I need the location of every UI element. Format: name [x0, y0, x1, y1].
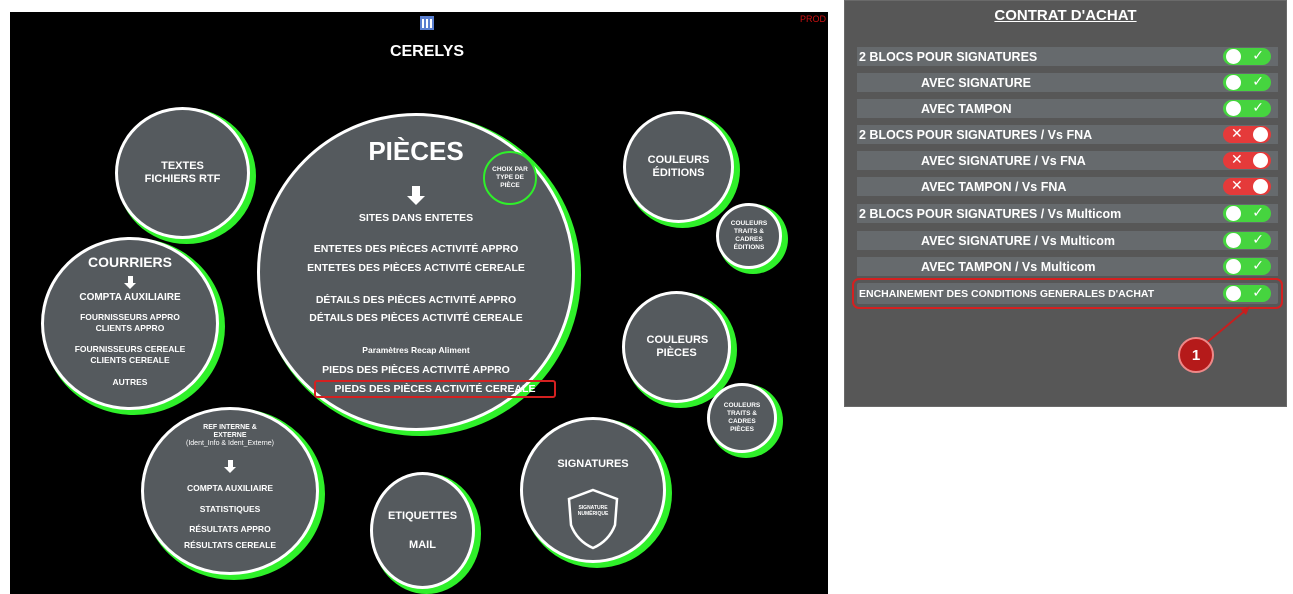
check-icon: ✓	[1252, 73, 1264, 89]
cross-icon: ✕	[1231, 151, 1243, 167]
toggle-switch[interactable]: ✓	[1223, 204, 1271, 222]
ref-item[interactable]: STATISTIQUES	[144, 504, 316, 514]
textes-rtf-label: TEXTES FICHIERS RTF	[144, 160, 221, 185]
settings-row: 2 BLOCS POUR SIGNATURES / Vs Multicom ✓	[857, 204, 1278, 223]
couleurs-pieces-circle[interactable]: COULEURS PIÈCES	[622, 291, 731, 403]
toggle-switch[interactable]: ✓	[1223, 284, 1271, 302]
pieces-item[interactable]: SITES DANS ENTETES	[260, 212, 572, 224]
couleurs-traits-pieces-circle[interactable]: COULEURS TRAITS & CADRES PIÈCES	[707, 383, 777, 453]
toggle-switch[interactable]: ✓	[1223, 99, 1271, 117]
toggle-switch[interactable]: ✓	[1223, 257, 1271, 275]
check-icon: ✓	[1252, 257, 1264, 273]
etiquettes-mail-circle[interactable]: ETIQUETTES MAIL	[370, 472, 475, 589]
mail-label[interactable]: MAIL	[409, 539, 436, 552]
building-icon	[420, 16, 434, 30]
ref-item[interactable]: RÉSULTATS CEREALE	[144, 540, 316, 550]
app-title: CERELYS	[389, 43, 465, 60]
settings-row: 2 BLOCS POUR SIGNATURES / Vs FNA ✕	[857, 125, 1278, 144]
pieces-item[interactable]: ENTETES DES PIÈCES ACTIVITÉ APPRO	[260, 243, 572, 255]
toggle-switch[interactable]: ✓	[1223, 73, 1271, 91]
signatures-circle[interactable]: SIGNATURES SIGNATURE NUMÉRIQUE	[520, 417, 666, 563]
courriers-item[interactable]: CLIENTS APPRO	[44, 323, 216, 333]
signatures-label: SIGNATURES	[557, 458, 629, 470]
settings-row-highlighted: ENCHAINEMENT DES CONDITIONS GENERALES D'…	[852, 278, 1283, 309]
settings-row: AVEC SIGNATURE / Vs FNA ✕	[857, 151, 1278, 170]
pieces-item[interactable]: PIEDS DES PIÈCES ACTIVITÉ APPRO	[260, 364, 572, 376]
ref-title: REF INTERNE & EXTERNE	[203, 424, 257, 439]
courriers-item[interactable]: CLIENTS CEREALE	[44, 355, 216, 365]
cross-icon: ✕	[1231, 125, 1243, 141]
check-icon: ✓	[1252, 204, 1264, 220]
check-icon: ✓	[1252, 231, 1264, 247]
settings-row: AVEC TAMPON / Vs FNA ✕	[857, 177, 1278, 196]
pieces-item-highlighted[interactable]: PIEDS DES PIÈCES ACTIVITÉ CEREALE	[314, 380, 556, 398]
pieces-item[interactable]: DÉTAILS DES PIÈCES ACTIVITÉ CEREALE	[260, 312, 572, 324]
couleurs-editions-label: COULEURS ÉDITIONS	[647, 154, 710, 179]
courriers-item[interactable]: COMPTA AUXILIAIRE	[44, 292, 216, 303]
main-menu-screen: PROD CERELYS PIÈCES SITES DANS ENTETES E…	[10, 12, 828, 594]
panel-title: CONTRAT D'ACHAT	[994, 7, 1137, 24]
check-icon: ✓	[1252, 47, 1264, 63]
courriers-item[interactable]: FOURNISSEURS CEREALE	[44, 344, 216, 354]
contrat-achat-panel: CONTRAT D'ACHAT 2 BLOCS POUR SIGNATURES …	[844, 0, 1287, 407]
settings-row: AVEC TAMPON ✓	[857, 99, 1278, 118]
toggle-switch[interactable]: ✕	[1223, 125, 1271, 143]
choix-par-type-bubble[interactable]: CHOIX PAR TYPE DE PIÈCE	[483, 151, 537, 205]
ref-item[interactable]: RÉSULTATS APPRO	[144, 524, 316, 534]
arrow-down-icon	[407, 186, 425, 205]
callout-badge: 1	[1178, 337, 1214, 373]
shield-icon[interactable]: SIGNATURE NUMÉRIQUE	[565, 487, 621, 551]
couleurs-traits-editions-label: COULEURS TRAITS & CADRES ÉDITIONS	[730, 220, 768, 251]
toggle-switch[interactable]: ✓	[1223, 47, 1271, 65]
pieces-item[interactable]: Paramètres Recap Aliment	[260, 345, 572, 355]
couleurs-traits-pieces-label: COULEURS TRAITS & CADRES PIÈCES	[723, 402, 761, 433]
settings-row: AVEC SIGNATURE ✓	[857, 73, 1278, 92]
settings-row: AVEC SIGNATURE / Vs Multicom ✓	[857, 231, 1278, 250]
couleurs-pieces-label: COULEURS PIÈCES	[646, 334, 709, 359]
courriers-circle[interactable]: COURRIERS COMPTA AUXILIAIRE FOURNISSEURS…	[41, 237, 219, 410]
toggle-switch[interactable]: ✕	[1223, 151, 1271, 169]
check-icon: ✓	[1252, 284, 1264, 300]
courriers-title: COURRIERS	[87, 254, 172, 270]
ref-subtitle: (Ident_Info & Ident_Externe)	[186, 440, 274, 447]
settings-row: 2 BLOCS POUR SIGNATURES ✓	[857, 47, 1278, 66]
settings-row: AVEC TAMPON / Vs Multicom ✓	[857, 257, 1278, 276]
pieces-item[interactable]: DÉTAILS DES PIÈCES ACTIVITÉ APPRO	[260, 294, 572, 306]
courriers-item[interactable]: FOURNISSEURS APPRO	[44, 312, 216, 322]
textes-rtf-circle[interactable]: TEXTES FICHIERS RTF	[115, 107, 250, 239]
ref-item[interactable]: COMPTA AUXILIAIRE	[144, 483, 316, 493]
couleurs-editions-circle[interactable]: COULEURS ÉDITIONS	[623, 111, 734, 223]
courriers-item[interactable]: AUTRES	[44, 377, 216, 387]
arrow-down-icon	[224, 460, 236, 473]
etiquettes-label[interactable]: ETIQUETTES	[388, 510, 457, 523]
ref-circle[interactable]: REF INTERNE & EXTERNE (Ident_Info & Iden…	[141, 407, 319, 575]
toggle-switch[interactable]: ✓	[1223, 231, 1271, 249]
cross-icon: ✕	[1231, 177, 1243, 193]
pieces-item[interactable]: ENTETES DES PIÈCES ACTIVITÉ CEREALE	[260, 262, 572, 274]
couleurs-traits-editions-circle[interactable]: COULEURS TRAITS & CADRES ÉDITIONS	[716, 203, 782, 269]
arrow-down-icon	[124, 276, 136, 289]
check-icon: ✓	[1252, 99, 1264, 115]
toggle-switch[interactable]: ✕	[1223, 177, 1271, 195]
corner-text: PROD	[799, 14, 826, 24]
